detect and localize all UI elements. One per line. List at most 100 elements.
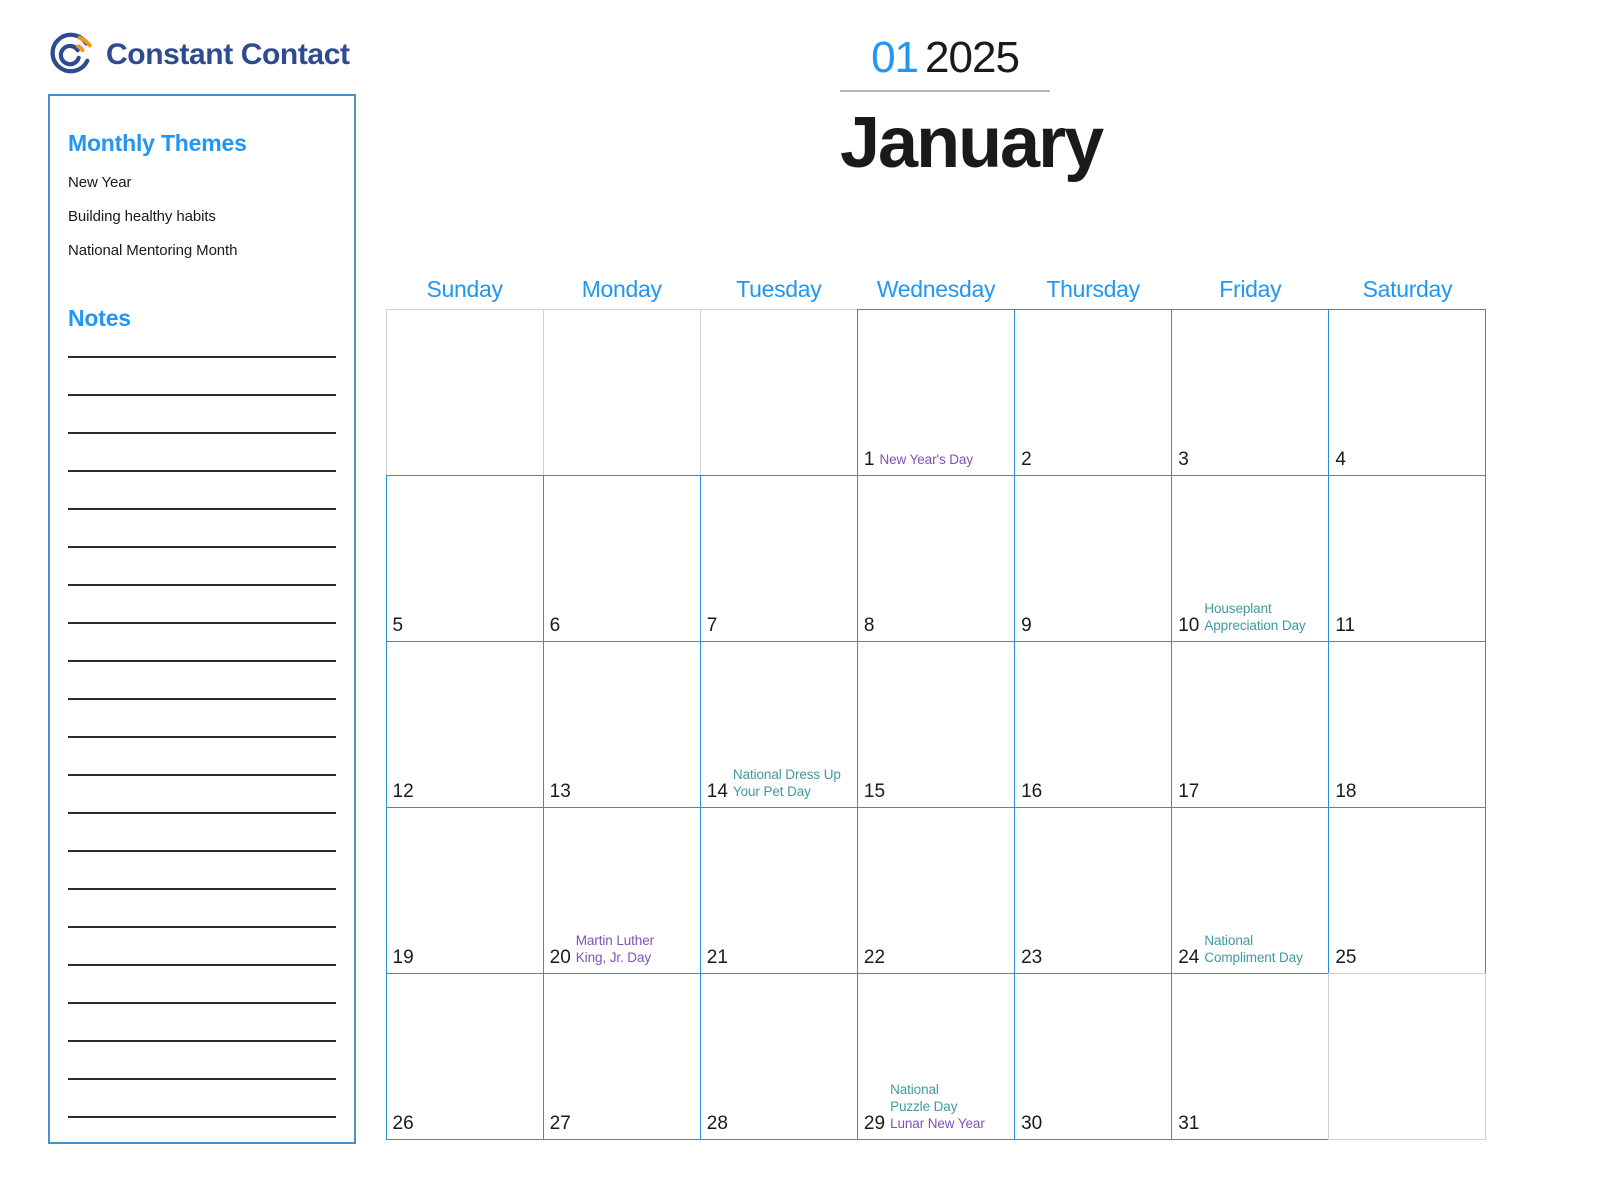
notes-line[interactable] — [68, 736, 336, 738]
day-cell-4[interactable]: 4 — [1328, 308, 1487, 476]
day-cell-1[interactable]: 1 New Year's Day — [856, 308, 1016, 476]
day-number: 2 — [1021, 448, 1032, 470]
monthly-theme-item: New Year — [68, 174, 132, 191]
day-cell-23[interactable]: 23 — [1014, 806, 1173, 974]
notes-line[interactable] — [68, 1040, 336, 1042]
day-events: National Compliment Day — [1204, 932, 1322, 967]
day-cell-content: 6 — [544, 616, 700, 635]
day-cell-content: 29 National Puzzle Day Lunar New Year — [858, 1081, 1014, 1133]
day-number: 21 — [706, 946, 728, 968]
day-cell-17[interactable]: 17 — [1171, 640, 1330, 808]
day-cell-empty[interactable] — [542, 308, 701, 476]
notes-line[interactable] — [68, 850, 336, 852]
day-cell-content: 4 — [1329, 450, 1485, 469]
calendar-title-block: 01 2025 January — [840, 33, 1104, 182]
day-number: 20 — [549, 946, 571, 968]
day-cell-content: 8 — [858, 616, 1014, 635]
notes-writing-area[interactable] — [68, 356, 336, 1118]
month-number: 01 — [871, 33, 919, 82]
brand-logo: Constant Contact — [48, 32, 350, 78]
day-cell-29[interactable]: 29 National Puzzle Day Lunar New Year — [856, 972, 1016, 1140]
day-cell-27[interactable]: 27 — [542, 972, 701, 1140]
day-cell-content: 25 — [1329, 948, 1485, 967]
day-number: 22 — [863, 946, 886, 968]
day-cell-26[interactable]: 26 — [385, 972, 544, 1140]
notes-line[interactable] — [68, 660, 336, 662]
day-cell-21[interactable]: 21 — [699, 806, 858, 974]
day-number: 28 — [706, 1112, 728, 1134]
notes-line[interactable] — [68, 622, 336, 624]
notes-line[interactable] — [68, 584, 336, 586]
notes-line[interactable] — [68, 508, 336, 510]
day-cell-30[interactable]: 30 — [1014, 972, 1173, 1140]
day-number: 12 — [392, 780, 414, 802]
notes-line[interactable] — [68, 812, 336, 814]
notes-line[interactable] — [68, 926, 336, 928]
day-cell-8[interactable]: 8 — [856, 474, 1016, 642]
day-cell-content: 27 — [544, 1114, 700, 1133]
notes-line[interactable] — [68, 1078, 336, 1080]
day-cell-3[interactable]: 3 — [1171, 308, 1330, 476]
day-cell-content: 13 — [544, 782, 700, 801]
day-cell-content: 16 — [1015, 782, 1171, 801]
day-cell-16[interactable]: 16 — [1014, 640, 1173, 808]
notes-line[interactable] — [68, 546, 336, 548]
day-cell-31[interactable]: 31 — [1171, 972, 1330, 1140]
day-cell-11[interactable]: 11 — [1328, 474, 1487, 642]
day-cell-22[interactable]: 22 — [856, 806, 1016, 974]
day-number: 13 — [549, 780, 571, 802]
day-cell-2[interactable]: 2 — [1014, 308, 1173, 476]
day-cell-15[interactable]: 15 — [856, 640, 1016, 808]
notes-line[interactable] — [68, 470, 336, 472]
notes-line[interactable] — [68, 964, 336, 966]
day-cell-content: 11 — [1329, 616, 1485, 635]
day-cell-14[interactable]: 14 National Dress Up Your Pet Day — [699, 640, 858, 808]
day-cell-content: 30 — [1015, 1114, 1171, 1133]
day-cell-10[interactable]: 10 Houseplant Appreciation Day — [1171, 474, 1330, 642]
day-cell-content: 18 — [1329, 782, 1485, 801]
notes-line[interactable] — [68, 1002, 336, 1004]
notes-line[interactable] — [68, 356, 336, 358]
day-cell-25[interactable]: 25 — [1328, 806, 1487, 974]
day-events: National Dress Up Your Pet Day — [733, 766, 851, 801]
day-number: 19 — [392, 946, 414, 968]
notes-heading: Notes — [68, 305, 131, 331]
day-cell-18[interactable]: 18 — [1328, 640, 1487, 808]
day-number: 4 — [1335, 448, 1346, 470]
day-cell-content: 22 — [858, 948, 1014, 967]
event-label: Compliment Day — [1204, 950, 1303, 966]
day-cell-28[interactable]: 28 — [699, 972, 858, 1140]
notes-line[interactable] — [68, 698, 336, 700]
day-cell-20[interactable]: 20 Martin Luther King, Jr. Day — [542, 806, 701, 974]
day-cell-12[interactable]: 12 — [385, 640, 544, 808]
day-cell-9[interactable]: 9 — [1014, 474, 1173, 642]
day-cell-13[interactable]: 13 — [542, 640, 701, 808]
weekday-header-saturday: Saturday — [1362, 276, 1453, 302]
notes-line[interactable] — [68, 774, 336, 776]
day-cell-5[interactable]: 5 — [385, 474, 544, 642]
day-cell-empty[interactable] — [385, 308, 544, 476]
day-cell-empty[interactable] — [699, 308, 858, 476]
day-cell-6[interactable]: 6 — [542, 474, 701, 642]
event-label: National — [890, 1081, 939, 1097]
notes-line[interactable] — [68, 432, 336, 434]
day-number: 18 — [1335, 780, 1357, 802]
event-label: New Year's Day — [879, 452, 974, 468]
day-number: 29 — [863, 1112, 886, 1134]
day-cell-empty[interactable] — [1328, 972, 1487, 1140]
notes-line[interactable] — [68, 394, 336, 396]
event-label: King, Jr. Day — [575, 950, 652, 966]
notes-line[interactable] — [68, 1116, 336, 1118]
day-number: 8 — [863, 614, 875, 636]
notes-line[interactable] — [68, 888, 336, 890]
weekday-header-tuesday: Tuesday — [736, 276, 822, 302]
day-cell-24[interactable]: 24 National Compliment Day — [1171, 806, 1330, 974]
day-cell-content: 23 — [1015, 948, 1171, 967]
weekday-header-wednesday: Wednesday — [876, 276, 996, 302]
event-label: Your Pet Day — [732, 784, 811, 800]
day-cell-19[interactable]: 19 — [385, 806, 544, 974]
day-cell-7[interactable]: 7 — [699, 474, 858, 642]
weekday-header-thursday: Thursday — [1046, 276, 1140, 302]
day-number: 3 — [1178, 448, 1189, 470]
day-events: New Year's Day — [880, 451, 1009, 468]
